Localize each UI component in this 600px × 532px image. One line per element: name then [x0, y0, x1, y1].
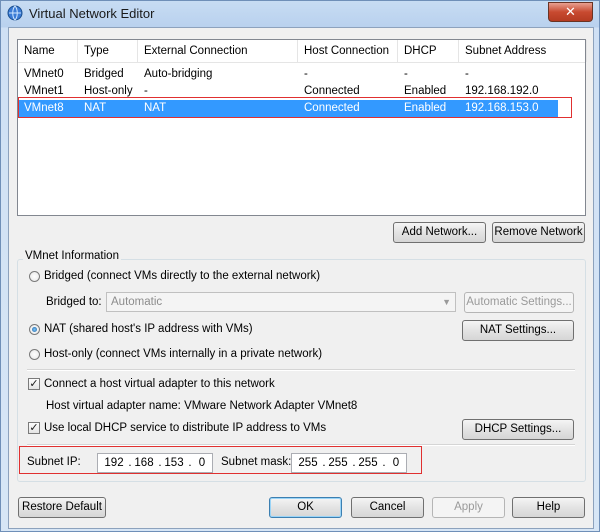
cell-external: - [144, 85, 148, 97]
column-type[interactable]: Type [78, 40, 138, 62]
bridged-to-dropdown[interactable]: Automatic ▼ [106, 292, 456, 312]
ok-button[interactable]: OK [269, 497, 342, 518]
table-row-selected[interactable]: VMnet8 NAT NAT Connected Enabled 192.168… [18, 100, 558, 117]
cell-type: NAT [84, 102, 107, 114]
subnet-ip-field[interactable]: 192 . 168 . 153 . 0 [97, 453, 213, 473]
apply-button[interactable]: Apply [432, 497, 505, 518]
mask-octet: 255 [358, 457, 378, 469]
bridged-to-label: Bridged to: [46, 296, 102, 308]
window-title: Virtual Network Editor [29, 6, 155, 21]
subnet-mask-field[interactable]: 255 . 255 . 255 . 0 [291, 453, 407, 473]
close-icon: ✕ [565, 4, 576, 19]
ip-octet: 192 [104, 457, 124, 469]
table-row[interactable]: VMnet0 Bridged Auto-bridging - - - [18, 66, 585, 83]
virtual-network-editor-window: Virtual Network Editor ✕ Name Type Exter… [0, 0, 600, 532]
cell-host: - [304, 68, 308, 80]
cell-external: NAT [144, 102, 167, 114]
subnet-ip-label: Subnet IP: [27, 456, 81, 468]
ip-octet: 168 [134, 457, 154, 469]
adapter-name-text: Host virtual adapter name: VMware Networ… [46, 400, 358, 412]
vmnet-information-title: VMnet Information [23, 250, 121, 262]
subnet-mask-label: Subnet mask: [221, 456, 292, 468]
add-network-button[interactable]: Add Network... [393, 222, 486, 243]
dhcp-settings-button[interactable]: DHCP Settings... [462, 419, 574, 440]
cell-type: Bridged [84, 68, 124, 80]
cell-external: Auto-bridging [144, 68, 213, 80]
table-row[interactable]: VMnet1 Host-only - Connected Enabled 192… [18, 83, 585, 100]
column-external-connection[interactable]: External Connection [138, 40, 298, 62]
help-button[interactable]: Help [512, 497, 585, 518]
automatic-settings-button[interactable]: Automatic Settings... [464, 292, 574, 313]
nat-radio[interactable] [29, 324, 40, 335]
mask-octet: 255 [328, 457, 348, 469]
cell-subnet: - [465, 68, 469, 80]
cell-host: Connected [304, 85, 360, 97]
cell-name: VMnet1 [24, 85, 64, 97]
bridged-to-value: Automatic [111, 296, 163, 308]
cell-host: Connected [304, 102, 360, 114]
cell-dhcp: Enabled [404, 85, 447, 97]
chevron-down-icon: ▼ [442, 297, 451, 307]
list-header: Name Type External Connection Host Conne… [18, 40, 587, 63]
ip-octet: 153 [164, 457, 184, 469]
bridged-radio[interactable] [29, 271, 40, 282]
connect-adapter-checkbox[interactable]: ✓ [28, 378, 40, 390]
cell-dhcp: Enabled [404, 102, 447, 114]
column-dhcp[interactable]: DHCP [398, 40, 459, 62]
cancel-button[interactable]: Cancel [351, 497, 424, 518]
cell-subnet: 192.168.153.0 [465, 102, 539, 114]
restore-default-button[interactable]: Restore Default [18, 497, 106, 518]
cell-name: VMnet8 [24, 102, 64, 114]
mask-octet: 0 [392, 457, 400, 469]
remove-network-button[interactable]: Remove Network [492, 222, 585, 243]
cell-subnet: 192.168.192.0 [465, 85, 539, 97]
nat-label[interactable]: NAT (shared host's IP address with VMs) [44, 323, 253, 335]
nat-settings-button[interactable]: NAT Settings... [462, 320, 574, 341]
cell-type: Host-only [84, 85, 133, 97]
dialog-client-area: Name Type External Connection Host Conne… [8, 27, 594, 529]
column-name[interactable]: Name [18, 40, 78, 62]
column-subnet-address[interactable]: Subnet Address [459, 40, 587, 62]
network-list[interactable]: Name Type External Connection Host Conne… [17, 39, 587, 216]
use-dhcp-label[interactable]: Use local DHCP service to distribute IP … [44, 422, 326, 434]
close-button[interactable]: ✕ [548, 2, 593, 22]
hostonly-label[interactable]: Host-only (connect VMs internally in a p… [44, 348, 322, 360]
title-bar: Virtual Network Editor ✕ [1, 1, 599, 27]
bridged-label[interactable]: Bridged (connect VMs directly to the ext… [44, 270, 320, 282]
connect-adapter-label[interactable]: Connect a host virtual adapter to this n… [44, 378, 275, 390]
cell-name: VMnet0 [24, 68, 64, 80]
use-dhcp-checkbox[interactable]: ✓ [28, 422, 40, 434]
ip-octet: 0 [198, 457, 206, 469]
column-host-connection[interactable]: Host Connection [298, 40, 398, 62]
mask-octet: 255 [298, 457, 318, 469]
hostonly-radio[interactable] [29, 349, 40, 360]
divider [27, 369, 575, 371]
network-app-icon [7, 5, 23, 21]
cell-dhcp: - [404, 68, 408, 80]
